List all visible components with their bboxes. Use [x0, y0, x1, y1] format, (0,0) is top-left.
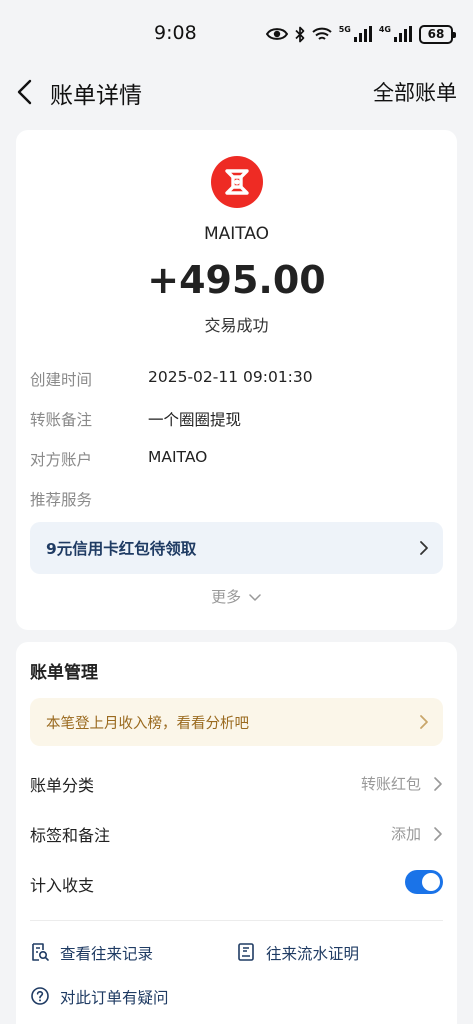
link-text: 对此订单有疑问: [60, 989, 169, 1007]
detail-label: 对方账户: [30, 451, 93, 469]
more-button[interactable]: 更多: [16, 586, 457, 607]
row-label: 账单分类: [30, 776, 95, 795]
row-label: 标签和备注: [30, 826, 111, 845]
eye-icon: [265, 28, 288, 40]
transaction-amount: +495.00: [147, 258, 326, 302]
include-in-stats-toggle[interactable]: [405, 870, 443, 894]
chevron-down-icon: [249, 594, 261, 601]
wifi-icon: [312, 27, 332, 40]
toggle-knob: [422, 873, 440, 891]
all-bills-link[interactable]: 全部账单: [373, 77, 457, 107]
include-in-stats-row: 计入收支: [30, 868, 443, 898]
status-bar: 9:08 5G 4G 68: [0, 0, 473, 64]
network-5g-label: 5G: [338, 25, 351, 34]
divider: [30, 920, 443, 921]
network-4g-label: 4G: [378, 25, 391, 34]
bill-category-row[interactable]: 账单分类 转账红包: [30, 768, 443, 798]
signal-icon: [394, 26, 412, 42]
question-circle-icon: [31, 987, 49, 1005]
signal-icon: [353, 26, 372, 42]
certificate-icon: [238, 943, 254, 961]
order-question-link[interactable]: 对此订单有疑问: [30, 984, 230, 1010]
merchant-name: MAITAO: [203, 224, 270, 244]
detail-label: 推荐服务: [30, 491, 93, 509]
income-ranking-banner[interactable]: 本笔登上月收入榜，看看分析吧: [30, 698, 443, 746]
row-value: 转账红包: [360, 775, 421, 793]
promo-text: 9元信用卡红包待领取: [46, 540, 197, 558]
bluetooth-icon: [295, 26, 305, 42]
section-title: 账单管理: [30, 663, 98, 683]
merchant-logo: [211, 156, 263, 208]
page-title: 账单详情: [50, 83, 142, 109]
view-history-link[interactable]: 查看往来记录: [30, 940, 200, 966]
row-value: 添加: [390, 825, 421, 843]
merchant-logo-icon: [225, 169, 249, 195]
tags-notes-row[interactable]: 标签和备注 添加: [30, 818, 443, 848]
status-time: 9:08: [154, 22, 197, 44]
document-search-icon: [32, 943, 49, 961]
link-text: 往来流水证明: [266, 945, 360, 963]
more-label: 更多: [211, 588, 242, 606]
back-arrow-icon[interactable]: [14, 78, 38, 106]
row-label: 计入收支: [30, 876, 95, 895]
chevron-right-icon: [420, 715, 428, 729]
detail-value: 一个圈圈提现: [148, 411, 242, 429]
chevron-right-icon: [434, 777, 442, 791]
detail-value: MAITAO: [148, 448, 208, 466]
transaction-card: MAITAO +495.00 交易成功 创建时间 2025-02-11 09:0…: [16, 130, 457, 630]
chevron-right-icon: [434, 827, 442, 841]
statement-proof-link[interactable]: 往来流水证明: [236, 940, 406, 966]
status-icons: 5G 4G 68: [265, 22, 456, 46]
credit-card-promo[interactable]: 9元信用卡红包待领取: [30, 522, 443, 574]
detail-label: 创建时间: [30, 371, 93, 389]
banner-text: 本笔登上月收入榜，看看分析吧: [46, 716, 249, 732]
detail-label: 转账备注: [30, 411, 93, 429]
nav-bar: 账单详情 全部账单: [0, 64, 473, 122]
transaction-status: 交易成功: [204, 316, 269, 335]
detail-value: 2025-02-11 09:01:30: [148, 368, 313, 386]
link-text: 查看往来记录: [60, 945, 154, 963]
chevron-right-icon: [420, 541, 428, 555]
battery-icon: 68: [419, 24, 456, 44]
bill-management-card: 账单管理 本笔登上月收入榜，看看分析吧 账单分类 转账红包 标签和备注 添加 计…: [16, 642, 457, 1024]
